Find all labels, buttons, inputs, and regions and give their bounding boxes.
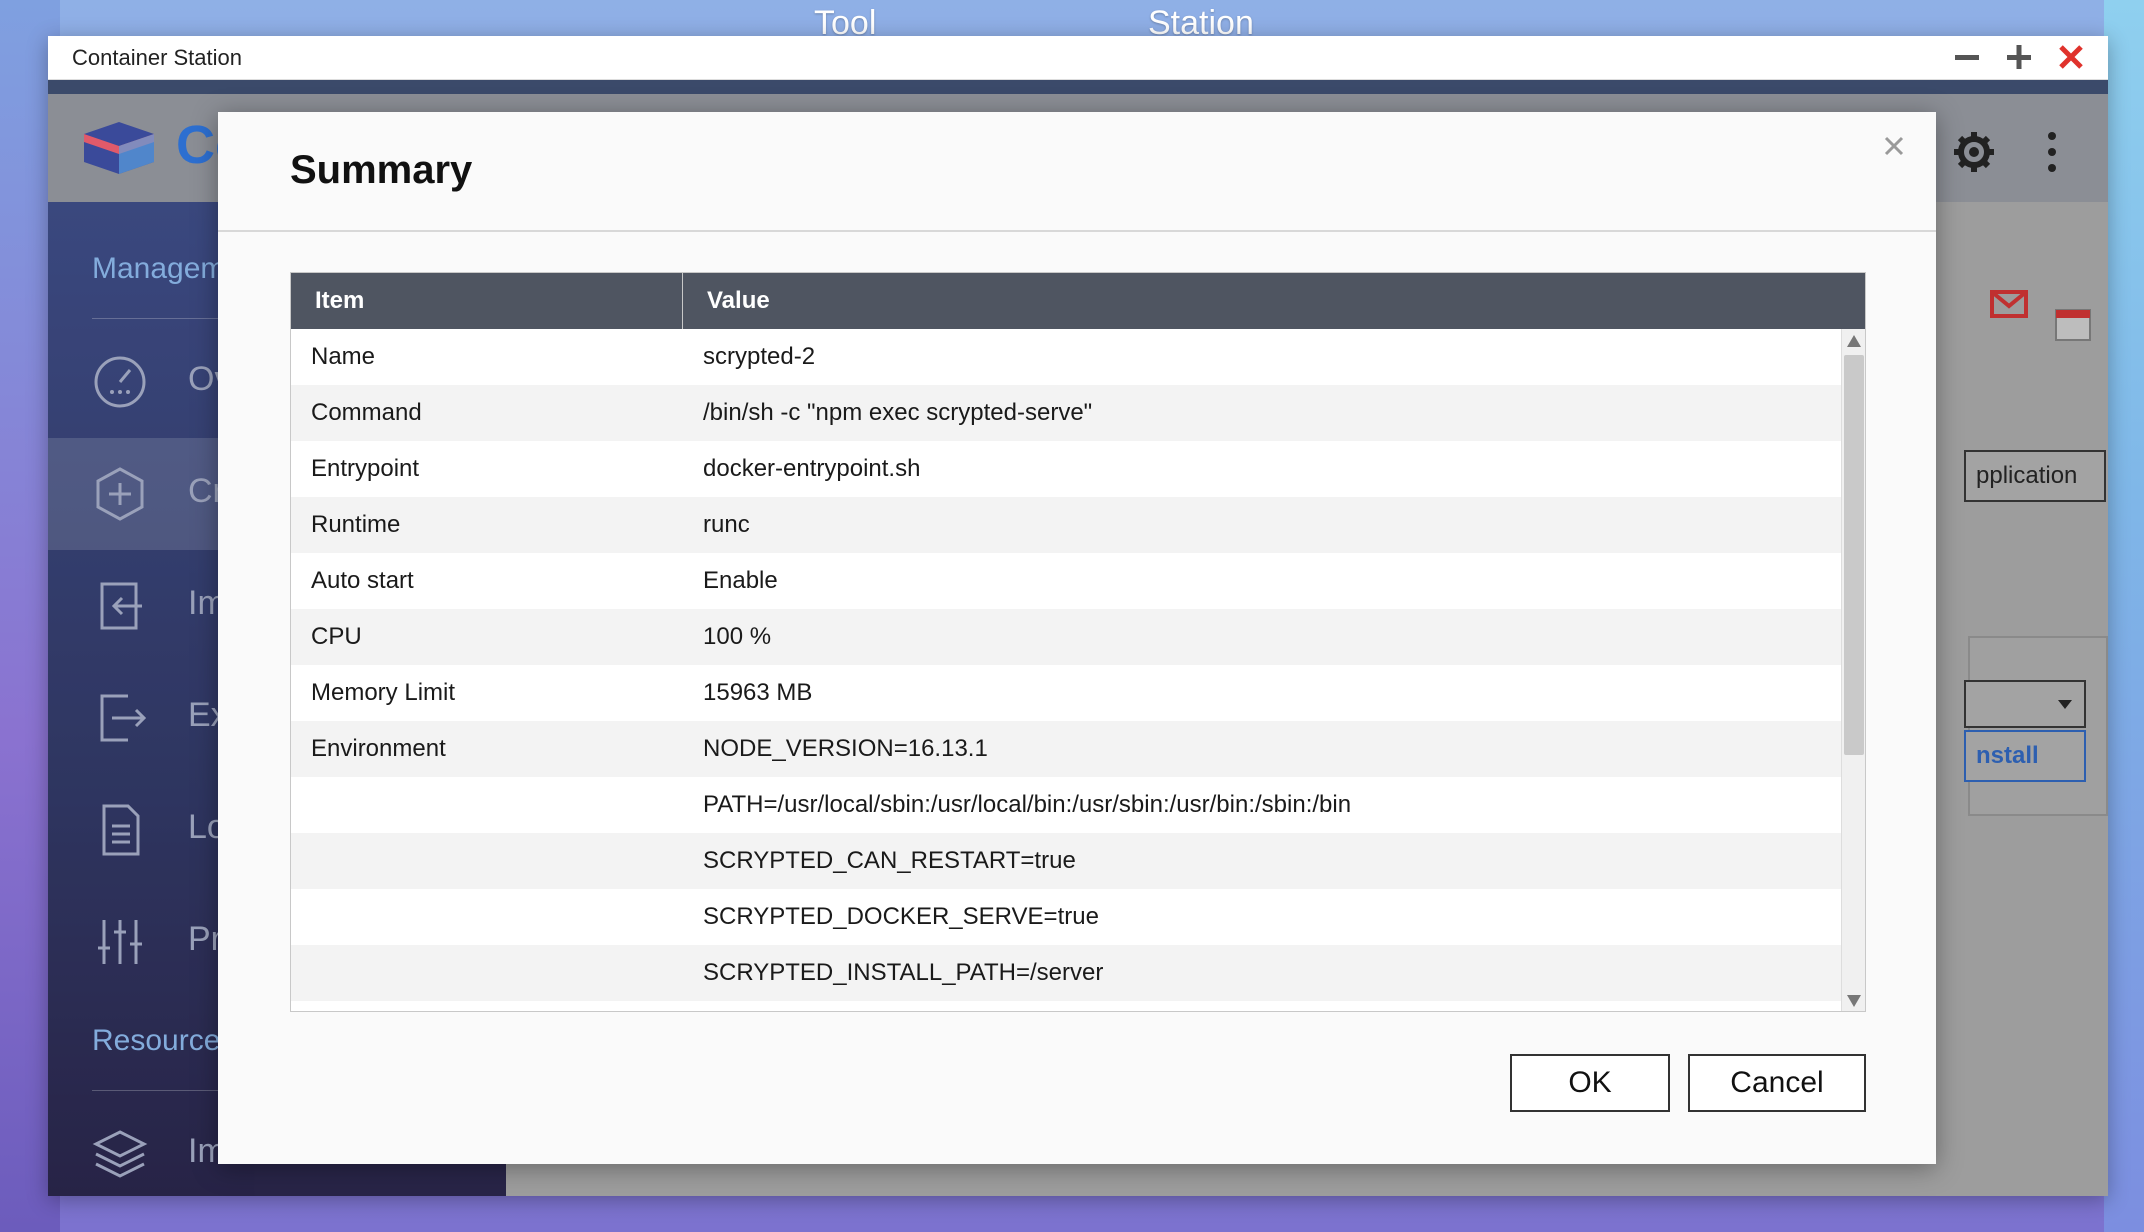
dialog-title: Summary [290,148,473,192]
row-item: Environment [311,735,446,762]
row-item: Memory Limit [311,679,456,706]
window-titlebar[interactable]: Container Station [48,36,2108,80]
scroll-thumb[interactable] [1844,355,1864,755]
column-header-value: Value [707,287,770,314]
calendar-icon [2055,309,2091,341]
plus-hexagon-icon [96,467,144,521]
gear-icon [1954,132,1994,172]
mail-icon [1990,290,2028,318]
sidebar-section-resource: Resource [92,1024,221,1057]
table-scrollbar[interactable] [1841,329,1865,1011]
export-icon [100,694,147,742]
close-icon [2059,45,2083,69]
row-value: 100 % [703,623,772,650]
sliders-icon [98,920,142,964]
container-station-logo-icon [84,122,154,174]
scroll-down-arrow-icon[interactable] [1847,995,1861,1007]
dashboard-icon [94,356,146,408]
sidebar-item-label: Pr [188,920,222,958]
scroll-up-arrow-icon[interactable] [1847,335,1861,347]
minimize-icon [1955,55,1979,60]
minimize-button[interactable] [1952,42,1982,72]
row-value: SCRYPTED_INSTALL_PATH=/server [703,959,1104,986]
settings-button[interactable] [1952,130,1996,174]
table-row: PATH=/usr/local/sbin:/usr/local/bin:/usr… [291,777,1843,833]
import-icon [100,582,142,630]
row-value: docker-entrypoint.sh [703,455,921,482]
table-row: SCRYPTED_DOCKER_SERVE=true [291,889,1843,945]
plus-icon [2007,45,2031,69]
ok-button[interactable]: OK [1510,1054,1670,1112]
table-row: SCRYPTED_INSTALL_PATH=/server [291,945,1843,1001]
column-header-item: Item [291,273,683,329]
row-value: 15963 MB [703,679,813,706]
titlebar-accent [48,80,2108,94]
table-row: Auto start Enable [291,553,1843,609]
row-item: Name [311,343,376,370]
kebab-menu-icon [2048,132,2056,172]
row-item: CPU [311,623,362,650]
table-row: Entrypoint docker-entrypoint.sh [291,441,1843,497]
document-icon [102,804,140,856]
row-value: SCRYPTED_DOCKER_SERVE=true [703,903,1099,930]
summary-dialog: Summary Item Value Name scrypted-2 Comma… [218,112,1936,1164]
table-row: Environment NODE_VERSION=16.13.1 [291,721,1843,777]
layers-icon [92,1130,148,1178]
dialog-divider [218,230,1936,232]
row-value: NODE_VERSION=16.13.1 [703,735,988,762]
cancel-button[interactable]: Cancel [1688,1054,1866,1112]
create-application-button[interactable]: pplication [1964,450,2106,502]
row-value: Enable [703,567,778,594]
table-row: Runtime runc [291,497,1843,553]
summary-table: Item Value Name scrypted-2 Command /bin/… [290,272,1866,1012]
table-body: Name scrypted-2 Command /bin/sh -c "npm … [291,329,1843,1001]
row-value: scrypted-2 [703,343,816,370]
row-value: PATH=/usr/local/sbin:/usr/local/bin:/usr… [703,791,1352,818]
table-row: SCRYPTED_CAN_RESTART=true [291,833,1843,889]
window-controls [1952,42,2086,72]
row-item: Auto start [311,567,414,594]
more-options-button[interactable] [2030,130,2074,174]
row-item: Command [311,399,422,426]
row-item: Entrypoint [311,455,420,482]
desktop-background-right [2104,0,2144,1232]
row-value: /bin/sh -c "npm exec scrypted-serve" [703,399,1093,426]
sidebar-section-management: Managem [92,252,226,285]
chevron-down-icon [2058,700,2072,709]
dropdown-select[interactable] [1964,680,2086,728]
window-title: Container Station [72,44,242,70]
table-row: Name scrypted-2 [291,329,1843,385]
row-value: runc [703,511,750,538]
table-header: Item Value [291,273,1865,329]
close-window-button[interactable] [2056,42,2086,72]
close-icon [1884,136,1904,156]
row-item: Runtime [311,511,401,538]
table-row: Memory Limit 15963 MB [291,665,1843,721]
row-value: SCRYPTED_CAN_RESTART=true [703,847,1076,874]
install-button[interactable]: nstall [1964,730,2086,782]
dialog-close-button[interactable] [1874,126,1914,166]
table-row: CPU 100 % [291,609,1843,665]
maximize-button[interactable] [2004,42,2034,72]
table-row: Command /bin/sh -c "npm exec scrypted-se… [291,385,1843,441]
